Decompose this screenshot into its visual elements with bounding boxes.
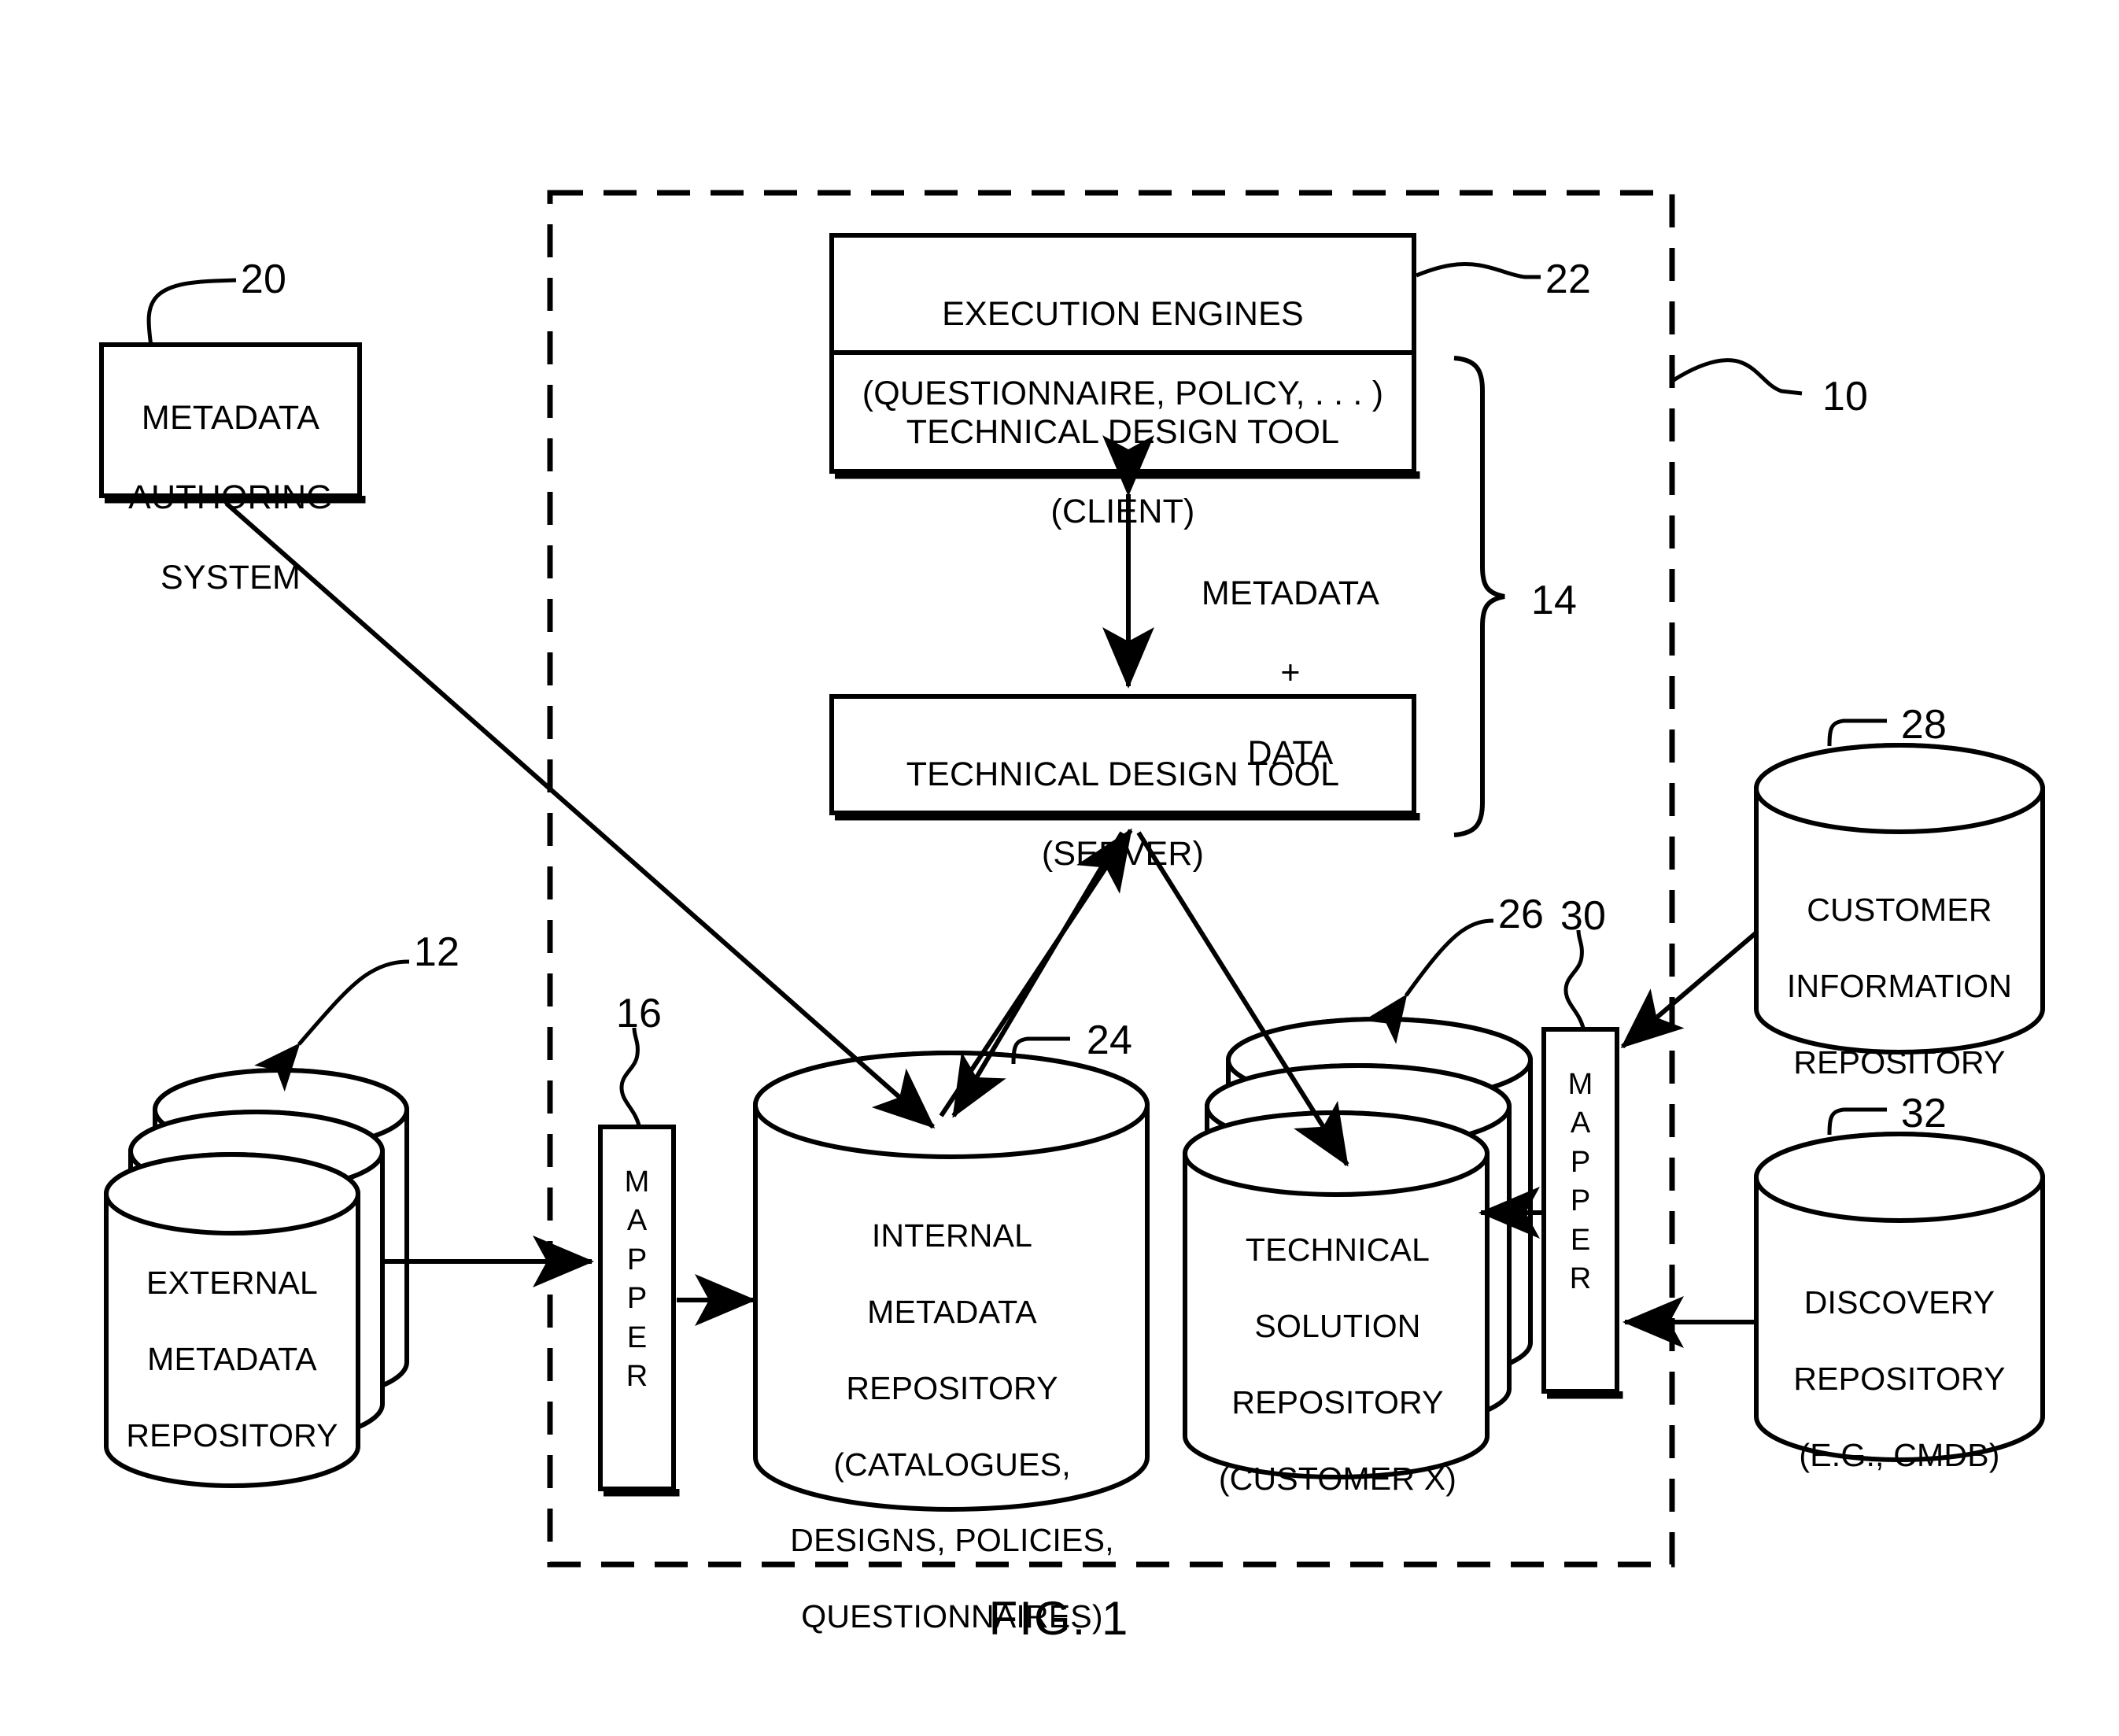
metadata-authoring-system-label: METADATA AUTHORING SYSTEM (102, 358, 360, 597)
technical-design-tool-client-label: TECHNICAL DESIGN TOOL (CLIENT) (832, 372, 1414, 532)
emr-line-1: EXTERNAL (146, 1265, 319, 1302)
internal-metadata-repository-label: INTERNAL METADATA REPOSITORY (CATALOGUES… (759, 1179, 1145, 1636)
emr-line-2: METADATA (147, 1341, 317, 1378)
tdtc-line-1: TECHNICAL DESIGN TOOL (906, 412, 1340, 451)
ref-number-16: 16 (615, 991, 663, 1036)
ref-number-30: 30 (1560, 893, 1607, 939)
tdts-line-1: TECHNICAL DESIGN TOOL (906, 755, 1340, 793)
dr-line-1: DISCOVERY (1803, 1284, 1995, 1321)
flow-line-2: + (1280, 654, 1301, 693)
imr-line-3: REPOSITORY (846, 1369, 1058, 1406)
mas-line-3: SYSTEM (160, 558, 301, 597)
dr-line-2: REPOSITORY (1793, 1361, 2006, 1398)
cir-line-1: CUSTOMER (1807, 892, 1992, 929)
discovery-repository-label: DISCOVERY REPOSITORY (E.G., CMDB) (1756, 1246, 2043, 1474)
external-metadata-repository-label: EXTERNAL METADATA REPOSITORY (106, 1226, 358, 1454)
ref-number-12: 12 (413, 929, 460, 975)
ref-number-26: 26 (1497, 892, 1545, 937)
tsr-line-3: REPOSITORY (1231, 1383, 1444, 1420)
ref-number-20: 20 (240, 257, 287, 302)
figure-caption: FIG. 1 (988, 1592, 1130, 1645)
technical-solution-repository-label: TECHNICAL SOLUTION REPOSITORY (CUSTOMER … (1188, 1193, 1487, 1498)
dr-line-3: (E.G., CMDB) (1799, 1436, 2000, 1473)
ee-line-1: EXECUTION ENGINES (942, 294, 1304, 333)
ref-number-14: 14 (1530, 578, 1578, 623)
emr-line-3: REPOSITORY (126, 1417, 338, 1453)
imr-line-4: (CATALOGUES, (833, 1446, 1071, 1483)
arrow-customer-info-to-mapper (1620, 931, 1757, 1049)
ref-number-32: 32 (1900, 1091, 1947, 1136)
internal-metadata-repo-top (753, 1051, 1150, 1159)
patent-figure-1: METADATA AUTHORING SYSTEM 20 EXECUTION E… (0, 0, 2119, 1736)
tdts-line-2: (SERVER) (1041, 835, 1205, 874)
mapper-left-label: M A P P E R (624, 1165, 650, 1393)
imr-line-2: METADATA (867, 1294, 1037, 1331)
ref-number-28: 28 (1900, 702, 1947, 748)
mas-line-1: METADATA (141, 398, 320, 437)
tsr-line-1: TECHNICAL (1245, 1232, 1431, 1269)
tsr-line-2: SOLUTION (1254, 1308, 1421, 1345)
customer-information-repository-label: CUSTOMER INFORMATION REPOSITORY (1756, 853, 2043, 1081)
ref-number-22: 22 (1545, 257, 1592, 302)
cir-line-3: REPOSITORY (1793, 1043, 2006, 1080)
imr-line-5: DESIGNS, POLICIES, (790, 1522, 1114, 1559)
flow-line-1: METADATA (1201, 574, 1380, 612)
tdtc-line-2: (CLIENT) (1050, 493, 1195, 531)
tsr-line-4: (CUSTOMER X) (1218, 1460, 1457, 1497)
ref-number-24: 24 (1086, 1018, 1133, 1063)
technical-design-tool-server-label: TECHNICAL DESIGN TOOL (SERVER) (832, 715, 1414, 874)
ref-number-10: 10 (1822, 374, 1869, 419)
mapper-right-label: M A P P E R (1567, 1068, 1593, 1295)
imr-line-1: INTERNAL (871, 1217, 1033, 1254)
mas-line-2: AUTHORING (128, 478, 333, 517)
cir-line-2: INFORMATION (1786, 968, 2013, 1005)
